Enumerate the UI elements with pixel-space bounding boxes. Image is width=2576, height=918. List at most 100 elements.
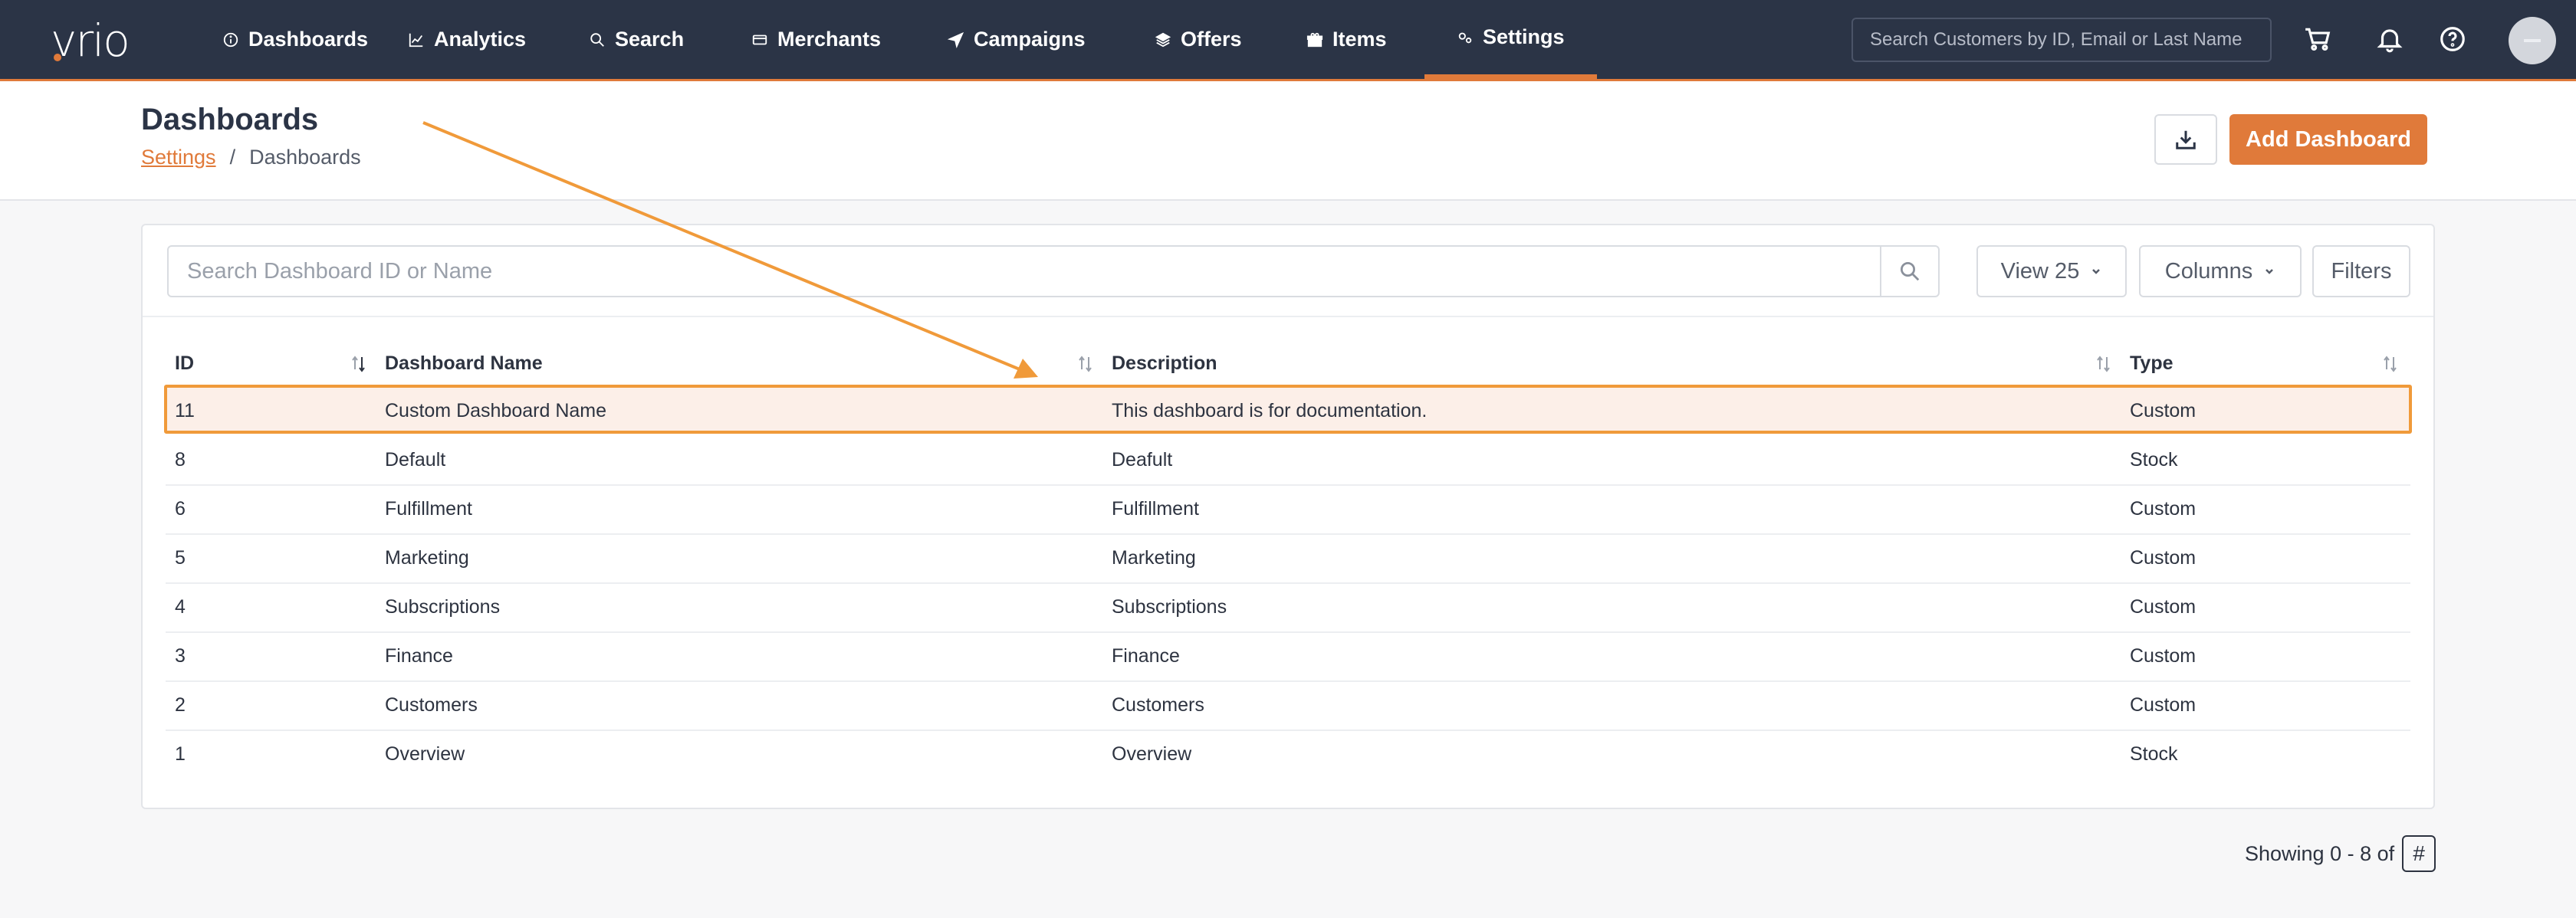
page-title: Dashboards (141, 103, 319, 136)
avatar[interactable] (2509, 17, 2556, 64)
table-row[interactable]: 6 Fulfillment Fulfillment Custom (166, 486, 2410, 535)
nav-offers[interactable]: Offers (1155, 0, 1242, 79)
cell-name: Default (385, 449, 446, 470)
nav-dashboards-label: Dashboards (248, 28, 369, 51)
cell-type: Stock (2130, 743, 2178, 765)
nav-campaigns[interactable]: Campaigns (948, 0, 1086, 79)
cell-type: Stock (2130, 449, 2178, 470)
customer-search-input[interactable]: Search Customers by ID, Email or Last Na… (1852, 18, 2272, 62)
columns-select-label: Columns (2164, 258, 2253, 284)
nav-settings-label: Settings (1483, 25, 1565, 48)
column-header-description[interactable]: Description (1112, 352, 1217, 375)
cell-type: Custom (2130, 694, 2196, 716)
nav-campaigns-label: Campaigns (974, 28, 1086, 51)
column-header-name[interactable]: Dashboard Name (385, 352, 543, 375)
cell-description: Deafult (1112, 449, 1173, 470)
vrio-logo[interactable]: vrio (51, 17, 173, 64)
table-row[interactable]: 3 Finance Finance Custom (166, 633, 2410, 682)
line-chart-icon (409, 33, 423, 47)
sort-icon[interactable] (1076, 354, 1095, 374)
nav-search-label: Search (615, 28, 685, 51)
cell-type: Custom (2130, 645, 2196, 667)
cell-id: 4 (175, 596, 186, 618)
card-icon (752, 34, 767, 44)
column-header-type[interactable]: Type (2130, 352, 2174, 375)
cell-description: Subscriptions (1112, 596, 1227, 618)
cell-name: Fulfillment (385, 498, 472, 520)
breadcrumb-settings-link[interactable]: Settings (141, 146, 216, 169)
sort-desc-icon[interactable] (350, 354, 368, 374)
nav-settings[interactable]: Settings (1424, 0, 1597, 79)
toolbar-divider (143, 316, 2433, 317)
cell-description: This dashboard is for documentation. (1112, 400, 1428, 421)
page-header: Dashboards Settings / Dashboards Add Das… (0, 81, 2576, 201)
paper-plane-icon (948, 31, 964, 48)
download-button[interactable] (2154, 114, 2217, 165)
sort-icon[interactable] (2095, 354, 2113, 374)
dashboard-search-button[interactable] (1880, 245, 1940, 297)
cell-description: Overview (1112, 743, 1192, 765)
filters-button[interactable]: Filters (2312, 245, 2410, 297)
table-row[interactable]: 1 Overview Overview Stock (166, 731, 2410, 780)
table-row[interactable]: 11 Custom Dashboard Name This dashboard … (164, 385, 2412, 434)
cell-name: Custom Dashboard Name (385, 400, 607, 421)
nav-analytics-label: Analytics (434, 28, 527, 51)
cell-type: Custom (2130, 498, 2196, 520)
nav-items-label: Items (1332, 28, 1387, 51)
table-row[interactable]: 2 Customers Customers Custom (166, 682, 2410, 731)
cell-type: Custom (2130, 400, 2196, 421)
logo-text: vrio (51, 15, 130, 67)
gift-icon (1306, 32, 1323, 47)
breadcrumb: Settings / Dashboards (141, 146, 361, 169)
nav-offers-label: Offers (1181, 28, 1242, 51)
cell-id: 1 (175, 743, 186, 765)
add-dashboard-button[interactable]: Add Dashboard (2229, 114, 2427, 165)
cell-type: Custom (2130, 547, 2196, 569)
showing-text: Showing 0 - 8 of (2245, 841, 2395, 865)
cell-id: 6 (175, 498, 186, 520)
cell-id: 3 (175, 645, 186, 667)
chevron-down-icon (2092, 269, 2101, 274)
chevron-down-icon (2266, 269, 2274, 274)
breadcrumb-separator: / (229, 146, 236, 169)
view-select[interactable]: View 25 (1976, 245, 2127, 297)
nav-analytics[interactable]: Analytics (408, 0, 526, 79)
nav-search[interactable]: Search (589, 0, 684, 79)
search-icon (1901, 262, 1920, 281)
table-row[interactable]: 5 Marketing Marketing Custom (166, 535, 2410, 584)
info-circle-icon (223, 32, 238, 47)
cart-icon[interactable] (2303, 25, 2332, 54)
nav-dashboards[interactable]: Dashboards (222, 0, 368, 79)
cell-description: Fulfillment (1112, 498, 1199, 520)
top-nav: vrio Dashboards Analytics Search Merchan… (0, 0, 2576, 81)
cell-name: Customers (385, 694, 478, 716)
cell-name: Marketing (385, 547, 469, 569)
search-icon (590, 32, 604, 47)
sort-icon[interactable] (2381, 354, 2400, 374)
pagination-summary: Showing 0 - 8 of # (2245, 835, 2436, 872)
column-header-id[interactable]: ID (175, 352, 194, 375)
cell-id: 8 (175, 449, 186, 470)
table-row[interactable]: 8 Default Deafult Stock (166, 437, 2410, 486)
nav-merchants-label: Merchants (777, 28, 882, 51)
cell-name: Subscriptions (385, 596, 501, 618)
nav-merchants[interactable]: Merchants (751, 0, 881, 79)
total-count-badge: # (2402, 835, 2436, 872)
cell-name: Overview (385, 743, 465, 765)
layers-icon (1155, 32, 1171, 47)
cell-description: Finance (1112, 645, 1180, 667)
view-select-label: View 25 (2000, 258, 2080, 284)
nav-items[interactable]: Items (1306, 0, 1387, 79)
dashboard-search-input[interactable]: Search Dashboard ID or Name (167, 245, 1881, 297)
download-icon (2176, 130, 2196, 149)
breadcrumb-current: Dashboards (249, 146, 361, 169)
dashboards-card: Search Dashboard ID or Name View 25 Colu… (141, 224, 2435, 809)
cell-id: 5 (175, 547, 186, 569)
cell-description: Customers (1112, 694, 1204, 716)
columns-select[interactable]: Columns (2139, 245, 2302, 297)
cell-id: 2 (175, 694, 186, 716)
help-icon[interactable] (2438, 25, 2467, 54)
gears-icon (1458, 32, 1472, 43)
bell-icon[interactable] (2375, 25, 2404, 54)
table-row[interactable]: 4 Subscriptions Subscriptions Custom (166, 584, 2410, 633)
